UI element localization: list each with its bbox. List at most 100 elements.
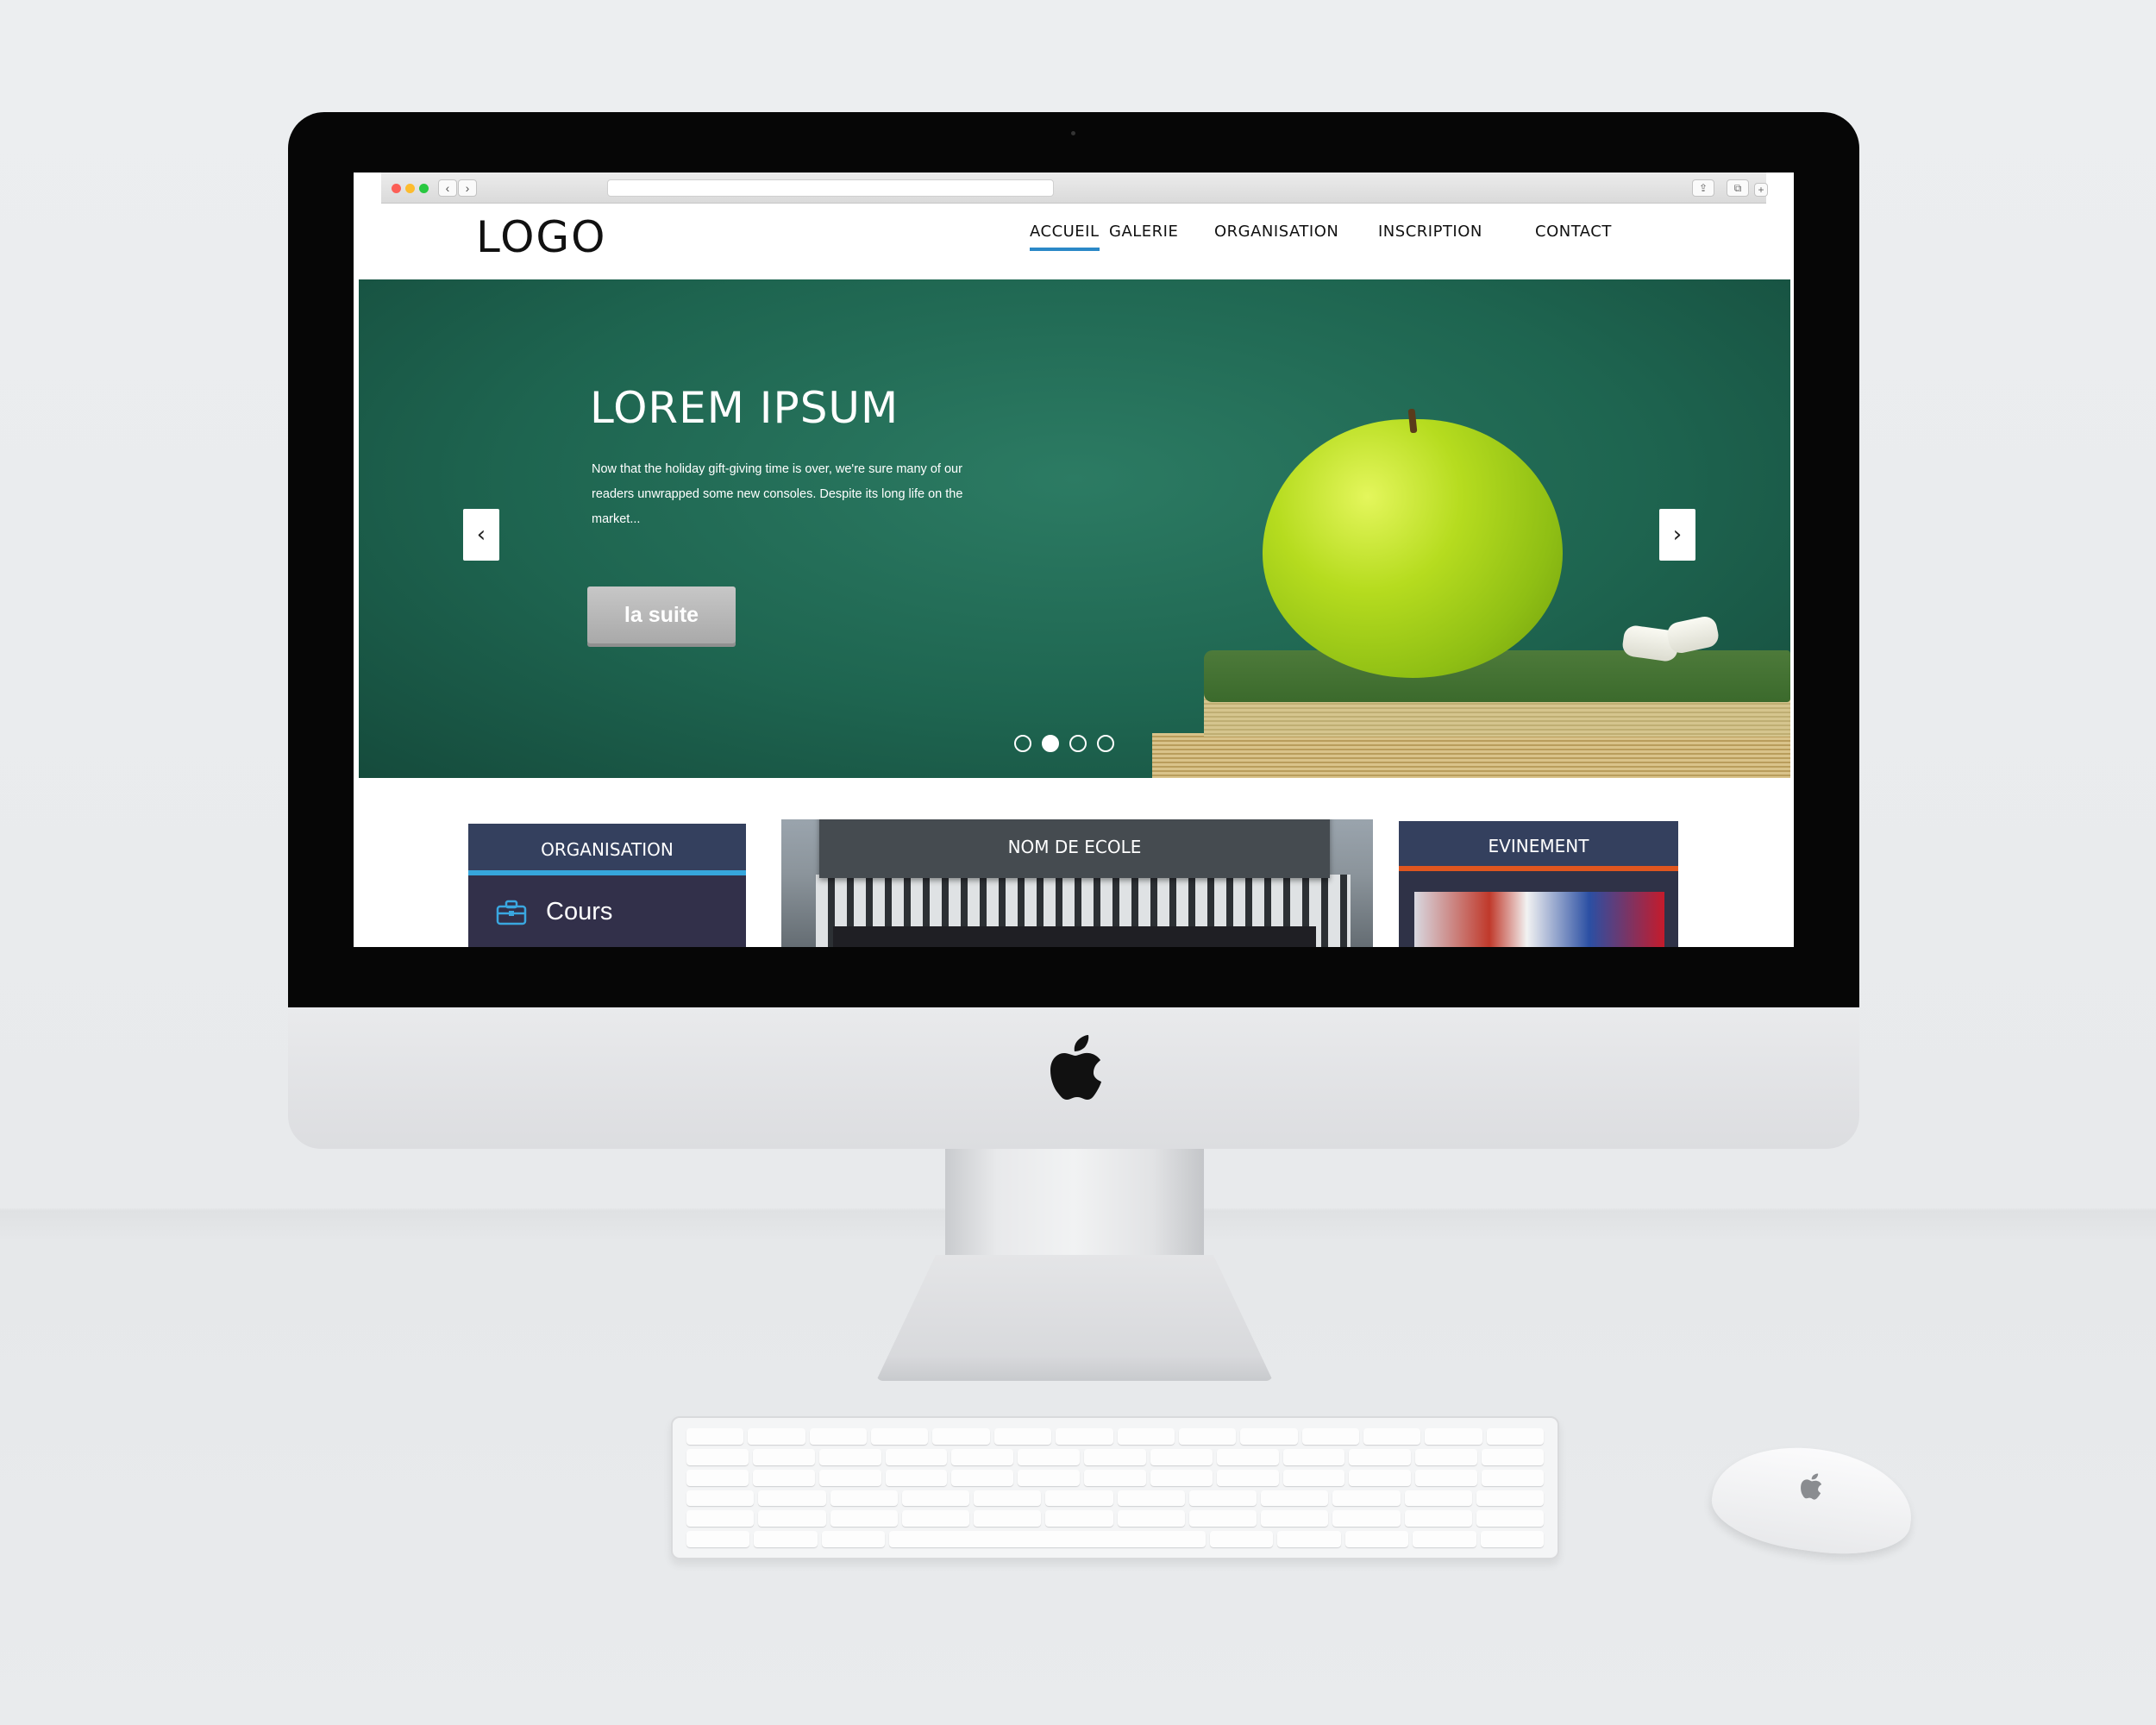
keyboard-key xyxy=(830,1510,898,1527)
keyboard-key xyxy=(821,1531,886,1547)
keyboard-key xyxy=(1349,1469,1412,1486)
keyboard-key xyxy=(1482,1469,1544,1486)
keyboard-key xyxy=(686,1510,755,1527)
keyboard-key xyxy=(974,1510,1042,1527)
keyboard-key xyxy=(1178,1428,1237,1445)
keyboard-key xyxy=(1188,1490,1257,1507)
keyboard xyxy=(671,1416,1559,1559)
chalk-piece xyxy=(1664,614,1721,656)
nav-organisation[interactable]: ORGANISATION xyxy=(1214,223,1338,241)
keyboard-key xyxy=(1282,1448,1345,1465)
ecole-panel: NOM DE ECOLE xyxy=(781,819,1373,947)
keyboard-key xyxy=(1056,1428,1113,1445)
event-photo[interactable] xyxy=(1414,892,1664,947)
keyboard-row xyxy=(686,1510,1544,1527)
keyboard-key xyxy=(1150,1448,1213,1465)
keyboard-key xyxy=(1404,1510,1472,1527)
nav-accueil[interactable]: ACCUEIL xyxy=(1030,223,1100,251)
keyboard-key xyxy=(818,1448,881,1465)
keyboard-key xyxy=(1486,1428,1545,1445)
nav-galerie[interactable]: GALERIE xyxy=(1109,223,1178,241)
hero-slider: LOREM IPSUM Now that the holiday gift-gi… xyxy=(359,279,1790,778)
zoom-window-button[interactable] xyxy=(419,184,429,193)
keyboard-key xyxy=(1344,1531,1409,1547)
keyboard-key xyxy=(1261,1490,1329,1507)
keyboard-key xyxy=(752,1448,815,1465)
address-bar[interactable] xyxy=(607,179,1054,197)
keyboard-key xyxy=(1261,1510,1329,1527)
evenement-panel: EVINEMENT xyxy=(1399,821,1678,947)
books-image xyxy=(1152,650,1790,778)
keyboard-key xyxy=(1084,1469,1146,1486)
keyboard-key xyxy=(1188,1510,1257,1527)
slider-dots xyxy=(1014,735,1114,752)
nav-contact[interactable]: CONTACT xyxy=(1535,223,1612,241)
keyboard-key xyxy=(1150,1469,1213,1486)
hero-title: LOREM IPSUM xyxy=(590,383,899,433)
keyboard-key xyxy=(1018,1448,1081,1465)
share-button[interactable]: ⇪ xyxy=(1692,179,1714,197)
keyboard-key xyxy=(758,1490,826,1507)
spacebar-key xyxy=(889,1531,1206,1547)
green-apple-image xyxy=(1263,419,1563,678)
forward-button[interactable]: › xyxy=(458,179,477,197)
keyboard-key xyxy=(686,1448,749,1465)
back-button[interactable]: ‹ xyxy=(438,179,457,197)
keyboard-key xyxy=(1425,1428,1482,1445)
imac-stand-neck xyxy=(945,1149,1204,1261)
keyboard-key xyxy=(1480,1531,1545,1547)
apple-logo-icon xyxy=(1801,1473,1822,1500)
imac-stand-base xyxy=(876,1255,1273,1381)
slider-dot-4[interactable] xyxy=(1097,735,1114,752)
apple-logo-icon xyxy=(1050,1035,1101,1100)
keyboard-key xyxy=(1415,1469,1478,1486)
keyboard-key xyxy=(1282,1469,1345,1486)
slider-dot-1[interactable] xyxy=(1014,735,1031,752)
keyboard-key xyxy=(748,1428,805,1445)
keyboard-key xyxy=(1216,1448,1279,1465)
slider-next-button[interactable]: › xyxy=(1659,509,1695,561)
keyboard-key xyxy=(809,1428,868,1445)
keyboard-key xyxy=(686,1469,749,1486)
browser-toolbar: ‹ › ⇪ ⧉ + xyxy=(381,172,1768,204)
toolbox-icon xyxy=(496,900,527,925)
keyboard-key xyxy=(1240,1428,1298,1445)
keyboard-key xyxy=(1332,1510,1401,1527)
nav-inscription[interactable]: INSCRIPTION xyxy=(1378,223,1482,241)
keyboard-key xyxy=(1404,1490,1472,1507)
tabs-button[interactable]: ⧉ xyxy=(1727,179,1749,197)
keyboard-key xyxy=(1045,1510,1113,1527)
apple-stem xyxy=(1407,408,1418,434)
keyboard-key xyxy=(818,1469,881,1486)
magic-mouse xyxy=(1706,1435,1920,1565)
slider-prev-button[interactable]: ‹ xyxy=(463,509,499,561)
keyboard-key xyxy=(1415,1448,1478,1465)
book-top xyxy=(1204,650,1790,702)
slider-dot-3[interactable] xyxy=(1069,735,1087,752)
keyboard-row xyxy=(686,1469,1544,1486)
keyboard-key xyxy=(885,1448,948,1465)
new-tab-button[interactable]: + xyxy=(1754,183,1768,197)
keyboard-key xyxy=(1117,1428,1175,1445)
screen: ‹ › ⇪ ⧉ + LOGO ACCUEIL GALERIE ORGANISAT… xyxy=(354,172,1794,947)
keyboard-row xyxy=(686,1490,1544,1507)
keyboard-key xyxy=(993,1428,1052,1445)
slider-dot-2[interactable] xyxy=(1042,735,1059,752)
keyboard-row xyxy=(686,1448,1544,1465)
keyboard-key xyxy=(1216,1469,1279,1486)
keyboard-key xyxy=(951,1448,1014,1465)
keyboard-key xyxy=(901,1490,969,1507)
keyboard-key xyxy=(871,1428,929,1445)
graduation-crowd-image xyxy=(833,926,1316,947)
keyboard-key xyxy=(1301,1428,1359,1445)
keyboard-key xyxy=(1349,1448,1412,1465)
keyboard-key xyxy=(951,1469,1014,1486)
organisation-panel-title: ORGANISATION xyxy=(468,824,746,875)
close-window-button[interactable] xyxy=(392,184,401,193)
evenement-panel-title: EVINEMENT xyxy=(1399,821,1678,871)
keyboard-key xyxy=(974,1490,1042,1507)
main-nav: ACCUEIL GALERIE ORGANISATION INSCRIPTION… xyxy=(378,223,1768,257)
cours-item[interactable]: Cours xyxy=(496,898,612,926)
minimize-window-button[interactable] xyxy=(405,184,415,193)
read-more-button[interactable]: la suite xyxy=(587,586,736,643)
